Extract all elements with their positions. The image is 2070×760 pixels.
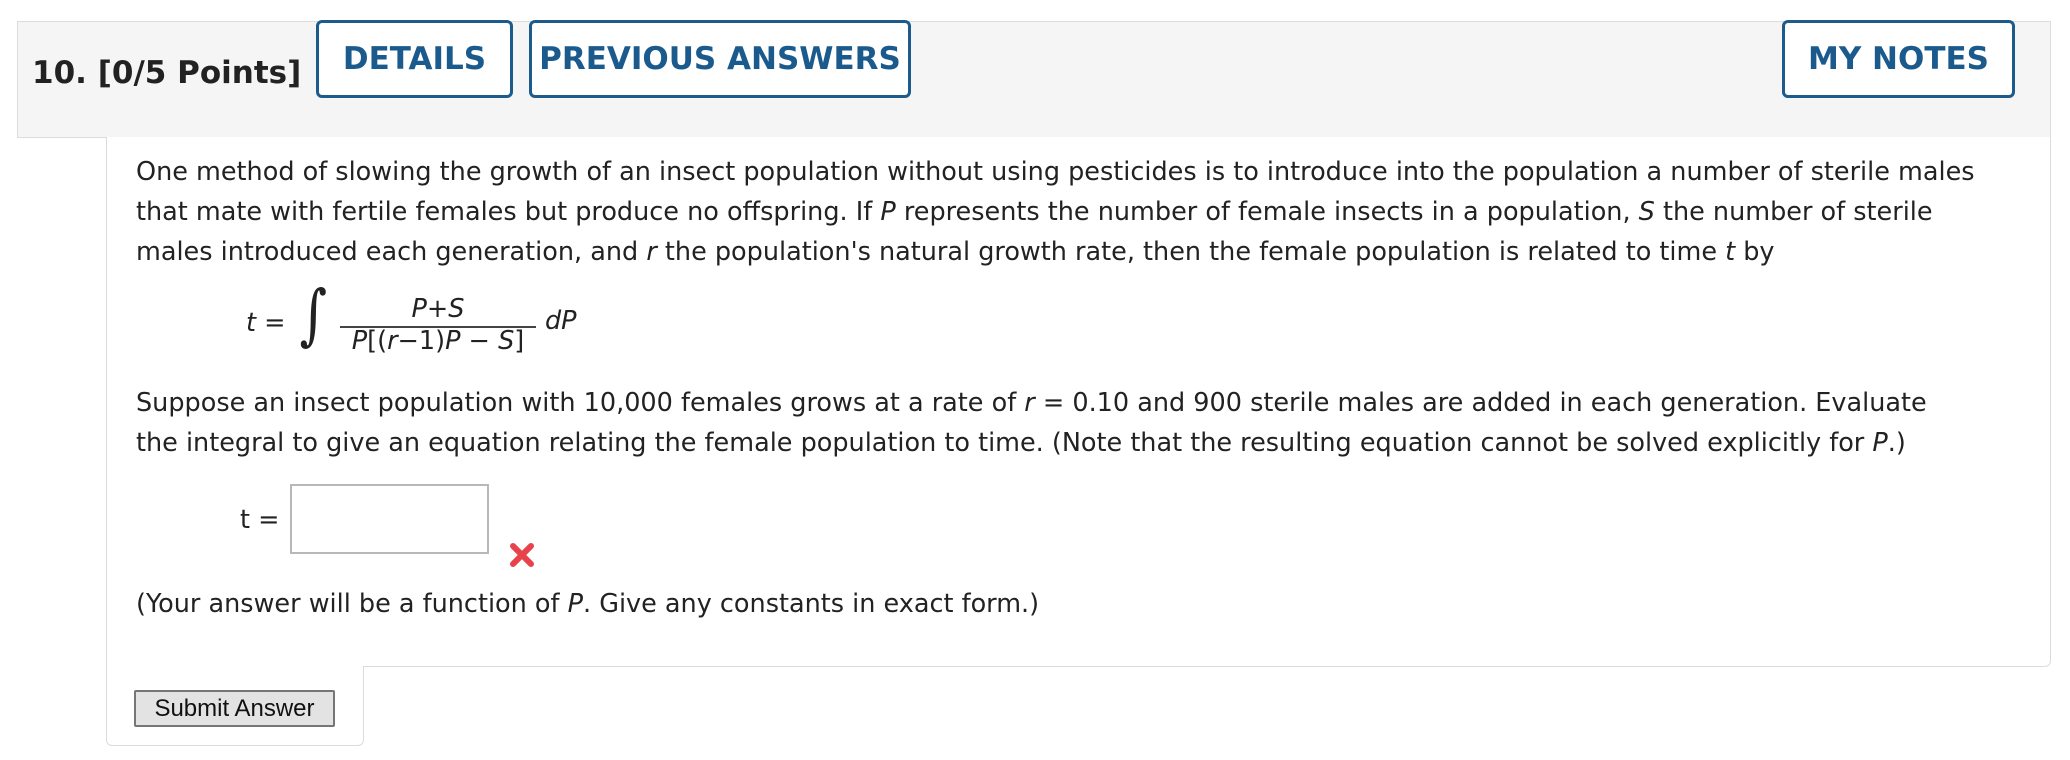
formula-numerator: P+S bbox=[411, 294, 465, 324]
intro-line-3: males introduced each generation, and r … bbox=[136, 237, 1775, 267]
previous-answers-button[interactable]: PREVIOUS ANSWERS bbox=[529, 20, 911, 98]
answer-label: t = bbox=[240, 505, 280, 535]
question-intro-text: One method of slowing the growth of an i… bbox=[136, 152, 1975, 272]
integral-sign: ∫ bbox=[299, 276, 327, 353]
problem-line-1: Suppose an insect population with 10,000… bbox=[136, 388, 1927, 418]
details-button[interactable]: DETAILS bbox=[316, 20, 513, 98]
submit-answer-button[interactable]: Submit Answer bbox=[134, 690, 335, 727]
formula-differential: dP bbox=[545, 306, 577, 336]
formula-fraction: P+S P[(r−1)P − S] dP bbox=[338, 290, 781, 360]
formula-lhs: t = bbox=[246, 308, 286, 338]
answer-input[interactable] bbox=[290, 484, 489, 554]
my-notes-button[interactable]: MY NOTES bbox=[1782, 20, 2015, 98]
question-number-points: 10. [0/5 Points] bbox=[32, 55, 302, 91]
incorrect-x-icon bbox=[510, 543, 534, 567]
intro-line-1: One method of slowing the growth of an i… bbox=[136, 157, 1975, 187]
formula-denominator: P[(r−1)P − S] bbox=[351, 326, 525, 356]
intro-line-2: that mate with fertile females but produ… bbox=[136, 197, 1933, 227]
question-problem-text: Suppose an insect population with 10,000… bbox=[136, 383, 1927, 463]
problem-line-2: the integral to give an equation relatin… bbox=[136, 428, 1906, 458]
answer-hint-text: (Your answer will be a function of P. Gi… bbox=[136, 589, 1040, 619]
